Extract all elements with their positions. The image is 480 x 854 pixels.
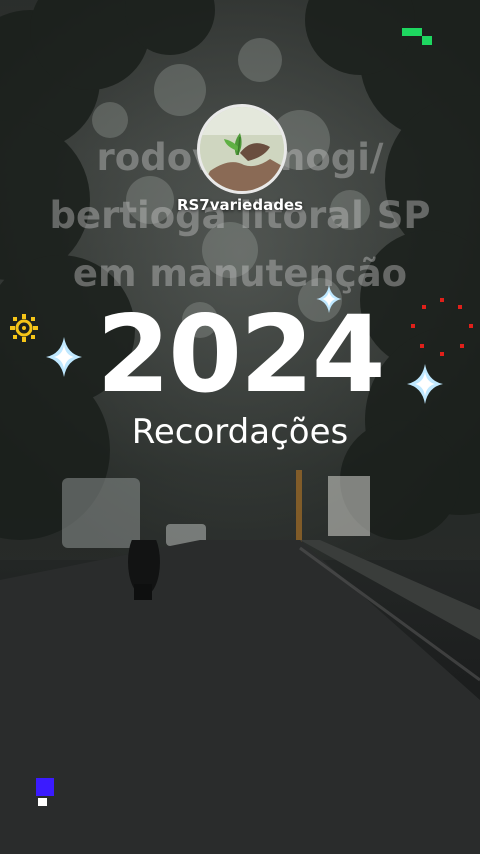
channel-avatar[interactable] — [197, 104, 287, 194]
pixel-cluster-icon — [402, 28, 432, 45]
sparkle-icon — [46, 337, 82, 377]
sparkle-icon — [316, 285, 342, 313]
channel-name[interactable]: RS7variedades — [0, 196, 480, 214]
road — [0, 540, 480, 854]
subtitle: Recordações — [131, 412, 349, 452]
sparkle-icon — [407, 364, 443, 404]
pixel-cluster-icon — [36, 778, 54, 806]
gear-icon — [10, 314, 38, 342]
dot-ring-icon — [411, 298, 473, 356]
hands-plant-image — [200, 107, 284, 191]
background-caption-line-3: em manutenção — [72, 252, 408, 295]
video-frame: rodovia mogi/ bertioga litoral SP em man… — [0, 0, 480, 854]
